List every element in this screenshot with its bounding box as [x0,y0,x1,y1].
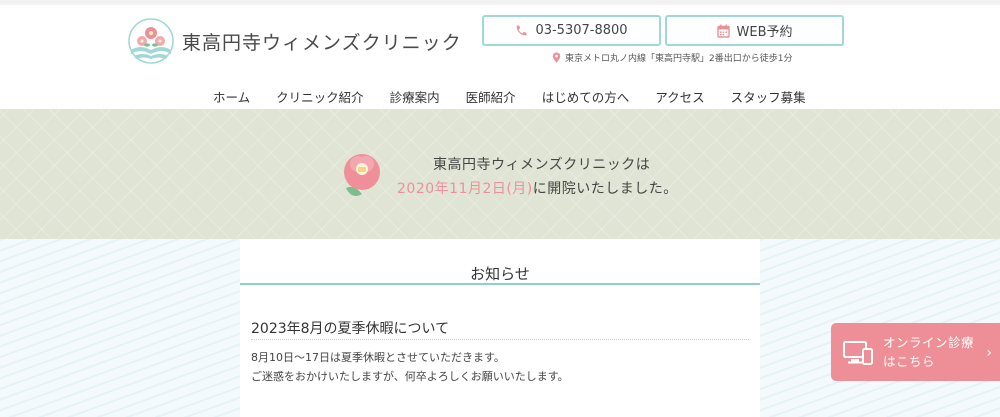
phone-number: 03-5307-8800 [535,23,628,38]
main-nav: ホーム クリニック紹介 診療案内 医師紹介 はじめての方へ アクセス スタッフ募… [200,87,819,106]
site-logo[interactable]: 東高円寺ウィメンズクリニック [128,18,462,64]
opening-date: 2020年11月2日(月) [397,181,533,197]
access-info: 東京メトロ丸ノ内線「東高円寺駅」2番出口から徒歩1分 [552,51,792,64]
top-border [0,0,1000,5]
clinic-name: 東高円寺ウィメンズクリニック [182,31,462,54]
nav-item-clinic[interactable]: クリニック紹介 [263,87,377,106]
notice-heading: お知らせ [470,265,530,283]
online-consultation-text: オンライン診療 はこちら [883,333,974,371]
post-body: 8月10日～17日は夏季休暇とさせていただきます。 ご迷惑をおかけいたしますが、… [251,348,569,386]
camellia-flower-icon [344,154,380,196]
online-line-2: はこちら [883,354,936,369]
online-line-1: オンライン診療 [883,335,975,350]
web-reservation-label: WEB予約 [736,25,793,40]
phone-icon [517,25,527,36]
nav-item-recruit[interactable]: スタッフ募集 [718,87,819,106]
post-divider [251,339,749,340]
access-text: 東京メトロ丸ノ内線「東高円寺駅」2番出口から徒歩1分 [565,54,793,64]
online-consultation-button[interactable]: オンライン診療 はこちら › [831,323,1000,381]
nav-item-treatment[interactable]: 診療案内 [377,87,453,106]
nav-item-access[interactable]: アクセス [642,87,717,106]
notice-heading-underline [240,283,760,285]
monitor-phone-icon [843,341,873,365]
camellia-logo-icon [128,18,174,64]
post-body-line-1: 8月10日～17日は夏季休暇とさせていただきます。 [251,351,505,364]
banner-line-1: 東高円寺ウィメンズクリニックは [433,157,651,173]
web-reservation-button[interactable]: WEB予約 [665,15,844,46]
post-body-line-2: ご迷惑をおかけいたしますが、何卒よろしくお願いいたします。 [251,370,569,383]
chevron-right-icon: › [986,345,992,361]
opening-banner [0,109,1000,239]
nav-item-first-visit[interactable]: はじめての方へ [529,87,643,106]
nav-item-home[interactable]: ホーム [200,87,263,106]
calendar-icon [716,24,730,38]
post-title[interactable]: 2023年8月の夏季休暇について [251,318,449,338]
phone-button[interactable]: 03-5307-8800 [482,15,661,46]
nav-item-doctor[interactable]: 医師紹介 [453,87,529,106]
banner-line-2-rest: に開院いたしました。 [532,181,678,197]
location-pin-icon [552,52,561,63]
banner-line-2: 2020年11月2日(月)に開院いたしました。 [397,178,678,198]
